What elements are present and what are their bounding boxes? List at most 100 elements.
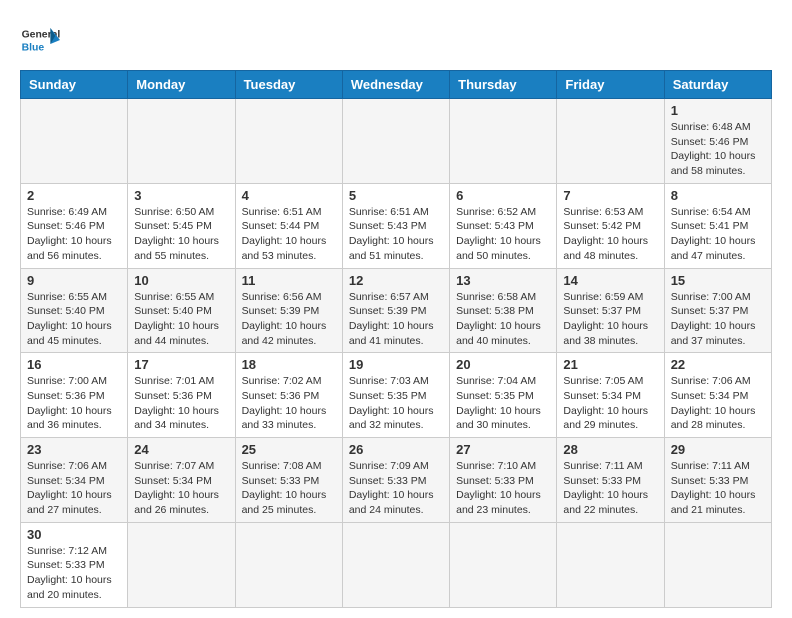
weekday-sunday: Sunday — [21, 71, 128, 99]
day-number: 4 — [242, 188, 336, 203]
day-number: 29 — [671, 442, 765, 457]
day-number: 19 — [349, 357, 443, 372]
day-info: Sunrise: 6:51 AM Sunset: 5:43 PM Dayligh… — [349, 205, 443, 264]
day-info: Sunrise: 7:07 AM Sunset: 5:34 PM Dayligh… — [134, 459, 228, 518]
day-info: Sunrise: 6:56 AM Sunset: 5:39 PM Dayligh… — [242, 290, 336, 349]
day-info: Sunrise: 7:04 AM Sunset: 5:35 PM Dayligh… — [456, 374, 550, 433]
day-cell: 6 Sunrise: 6:52 AM Sunset: 5:43 PM Daylig… — [450, 183, 557, 268]
day-cell: 9Sunrise: 6:55 AM Sunset: 5:40 PM Daylig… — [21, 268, 128, 353]
day-info: Sunrise: 6:49 AM Sunset: 5:46 PM Dayligh… — [27, 205, 121, 264]
day-info: Sunrise: 7:02 AM Sunset: 5:36 PM Dayligh… — [242, 374, 336, 433]
day-info: Sunrise: 6:54 AM Sunset: 5:41 PM Dayligh… — [671, 205, 765, 264]
day-number: 20 — [456, 357, 550, 372]
weekday-friday: Friday — [557, 71, 664, 99]
day-cell: 14 Sunrise: 6:59 AM Sunset: 5:37 PM Dayli… — [557, 268, 664, 353]
day-number: 24 — [134, 442, 228, 457]
day-info: Sunrise: 6:50 AM Sunset: 5:45 PM Dayligh… — [134, 205, 228, 264]
day-cell: 23 Sunrise: 7:06 AM Sunset: 5:34 PM Dayli… — [21, 438, 128, 523]
day-info: Sunrise: 6:57 AM Sunset: 5:39 PM Dayligh… — [349, 290, 443, 349]
weekday-saturday: Saturday — [664, 71, 771, 99]
day-number: 16 — [27, 357, 121, 372]
day-number: 23 — [27, 442, 121, 457]
day-cell: 1 Sunrise: 6:48 AM Sunset: 5:46 PM Daylig… — [664, 99, 771, 184]
day-cell — [21, 99, 128, 184]
logo-icon: General Blue — [20, 20, 60, 60]
day-cell: 16 Sunrise: 7:00 AM Sunset: 5:36 PM Dayli… — [21, 353, 128, 438]
day-info: Sunrise: 7:11 AM Sunset: 5:33 PM Dayligh… — [563, 459, 657, 518]
day-info: Sunrise: 7:06 AM Sunset: 5:34 PM Dayligh… — [671, 374, 765, 433]
day-number: 18 — [242, 357, 336, 372]
day-number: 17 — [134, 357, 228, 372]
day-cell: 24 Sunrise: 7:07 AM Sunset: 5:34 PM Dayli… — [128, 438, 235, 523]
day-number: 10 — [134, 273, 228, 288]
day-info: Sunrise: 7:11 AM Sunset: 5:33 PM Dayligh… — [671, 459, 765, 518]
day-cell: 28 Sunrise: 7:11 AM Sunset: 5:33 PM Dayli… — [557, 438, 664, 523]
day-number: 6 — [456, 188, 550, 203]
day-info: Sunrise: 6:58 AM Sunset: 5:38 PM Dayligh… — [456, 290, 550, 349]
day-info: Sunrise: 7:06 AM Sunset: 5:34 PM Dayligh… — [27, 459, 121, 518]
day-info: Sunrise: 6:59 AM Sunset: 5:37 PM Dayligh… — [563, 290, 657, 349]
svg-text:Blue: Blue — [22, 42, 45, 53]
day-cell: 12 Sunrise: 6:57 AM Sunset: 5:39 PM Dayli… — [342, 268, 449, 353]
day-cell — [557, 99, 664, 184]
day-cell — [235, 99, 342, 184]
day-number: 14 — [563, 273, 657, 288]
day-number: 28 — [563, 442, 657, 457]
day-number: 26 — [349, 442, 443, 457]
day-info: Sunrise: 7:08 AM Sunset: 5:33 PM Dayligh… — [242, 459, 336, 518]
page: General Blue SundayMondayTuesdayWednesda… — [0, 0, 792, 618]
day-info: Sunrise: 7:12 AM Sunset: 5:33 PM Dayligh… — [27, 544, 121, 603]
day-info: Sunrise: 7:00 AM Sunset: 5:36 PM Dayligh… — [27, 374, 121, 433]
week-row-5: 30 Sunrise: 7:12 AM Sunset: 5:33 PM Dayli… — [21, 522, 772, 607]
day-number: 3 — [134, 188, 228, 203]
day-info: Sunrise: 7:10 AM Sunset: 5:33 PM Dayligh… — [456, 459, 550, 518]
day-cell — [235, 522, 342, 607]
day-number: 2 — [27, 188, 121, 203]
day-info: Sunrise: 6:48 AM Sunset: 5:46 PM Dayligh… — [671, 120, 765, 179]
day-cell — [664, 522, 771, 607]
day-cell: 3 Sunrise: 6:50 AM Sunset: 5:45 PM Daylig… — [128, 183, 235, 268]
logo: General Blue — [20, 20, 66, 60]
day-cell: 26Sunrise: 7:09 AM Sunset: 5:33 PM Dayli… — [342, 438, 449, 523]
day-cell: 2 Sunrise: 6:49 AM Sunset: 5:46 PM Daylig… — [21, 183, 128, 268]
day-cell — [128, 522, 235, 607]
day-cell: 20 Sunrise: 7:04 AM Sunset: 5:35 PM Dayli… — [450, 353, 557, 438]
day-cell: 22Sunrise: 7:06 AM Sunset: 5:34 PM Dayli… — [664, 353, 771, 438]
header: General Blue — [20, 20, 772, 60]
weekday-thursday: Thursday — [450, 71, 557, 99]
day-number: 8 — [671, 188, 765, 203]
weekday-header-row: SundayMondayTuesdayWednesdayThursdayFrid… — [21, 71, 772, 99]
day-cell: 8 Sunrise: 6:54 AM Sunset: 5:41 PM Daylig… — [664, 183, 771, 268]
day-cell: 19Sunrise: 7:03 AM Sunset: 5:35 PM Dayli… — [342, 353, 449, 438]
day-info: Sunrise: 7:05 AM Sunset: 5:34 PM Dayligh… — [563, 374, 657, 433]
day-info: Sunrise: 6:55 AM Sunset: 5:40 PM Dayligh… — [134, 290, 228, 349]
week-row-2: 9Sunrise: 6:55 AM Sunset: 5:40 PM Daylig… — [21, 268, 772, 353]
day-cell: 11Sunrise: 6:56 AM Sunset: 5:39 PM Dayli… — [235, 268, 342, 353]
week-row-3: 16 Sunrise: 7:00 AM Sunset: 5:36 PM Dayli… — [21, 353, 772, 438]
day-cell — [450, 99, 557, 184]
day-number: 12 — [349, 273, 443, 288]
day-number: 5 — [349, 188, 443, 203]
week-row-4: 23 Sunrise: 7:06 AM Sunset: 5:34 PM Dayli… — [21, 438, 772, 523]
day-info: Sunrise: 6:51 AM Sunset: 5:44 PM Dayligh… — [242, 205, 336, 264]
day-number: 27 — [456, 442, 550, 457]
week-row-0: 1 Sunrise: 6:48 AM Sunset: 5:46 PM Daylig… — [21, 99, 772, 184]
day-number: 21 — [563, 357, 657, 372]
day-number: 25 — [242, 442, 336, 457]
day-cell: 15Sunrise: 7:00 AM Sunset: 5:37 PM Dayli… — [664, 268, 771, 353]
day-cell: 21 Sunrise: 7:05 AM Sunset: 5:34 PM Dayli… — [557, 353, 664, 438]
day-cell: 7Sunrise: 6:53 AM Sunset: 5:42 PM Daylig… — [557, 183, 664, 268]
day-number: 1 — [671, 103, 765, 118]
day-number: 13 — [456, 273, 550, 288]
day-cell: 29 Sunrise: 7:11 AM Sunset: 5:33 PM Dayli… — [664, 438, 771, 523]
day-cell: 30 Sunrise: 7:12 AM Sunset: 5:33 PM Dayli… — [21, 522, 128, 607]
day-cell — [128, 99, 235, 184]
day-info: Sunrise: 7:00 AM Sunset: 5:37 PM Dayligh… — [671, 290, 765, 349]
calendar: SundayMondayTuesdayWednesdayThursdayFrid… — [20, 70, 772, 608]
day-cell: 5 Sunrise: 6:51 AM Sunset: 5:43 PM Daylig… — [342, 183, 449, 268]
week-row-1: 2 Sunrise: 6:49 AM Sunset: 5:46 PM Daylig… — [21, 183, 772, 268]
day-info: Sunrise: 6:52 AM Sunset: 5:43 PM Dayligh… — [456, 205, 550, 264]
day-info: Sunrise: 6:53 AM Sunset: 5:42 PM Dayligh… — [563, 205, 657, 264]
day-number: 30 — [27, 527, 121, 542]
day-cell: 10 Sunrise: 6:55 AM Sunset: 5:40 PM Dayli… — [128, 268, 235, 353]
